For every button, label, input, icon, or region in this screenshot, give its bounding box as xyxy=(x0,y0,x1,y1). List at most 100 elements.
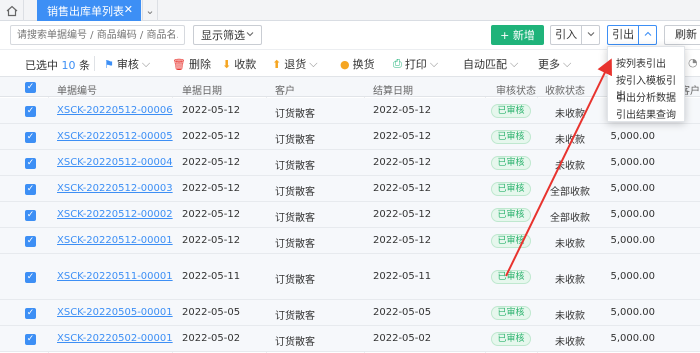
collect-button[interactable]: ⬇ 收款 xyxy=(222,56,256,72)
customer: 订货散客 xyxy=(275,109,315,120)
tab-sales-outbound-list[interactable]: 销售出库单列表 ✕ xyxy=(37,0,141,21)
col-header-date[interactable]: 单据日期 xyxy=(182,82,222,97)
more-button[interactable]: 更多 ⌵ xyxy=(538,56,571,72)
amount: 5,000.00 xyxy=(610,235,655,246)
row-checkbox[interactable]: ✓ xyxy=(25,210,36,221)
row-checkbox[interactable]: ✓ xyxy=(25,132,36,143)
order-date: 2022-05-12 xyxy=(182,183,241,194)
menu-item-export-results[interactable]: 引出结果查询 xyxy=(616,106,676,121)
table-row[interactable]: ✓ XSCK-20220512-00001 2022-05-12 订货散客 2022-0… xyxy=(0,228,700,254)
audit-status-badge: 已审核 xyxy=(491,182,531,196)
order-number-link[interactable]: XSCK-20220512-00005 xyxy=(57,131,173,142)
row-checkbox[interactable]: ✓ xyxy=(25,272,36,283)
customer: 订货散客 xyxy=(275,337,315,348)
order-number-link[interactable]: XSCK-20220512-00002 xyxy=(57,209,173,220)
chevron-down-icon[interactable] xyxy=(582,29,599,42)
row-checkbox[interactable]: ✓ xyxy=(25,106,36,117)
audit-status-badge: 已审核 xyxy=(491,234,531,248)
payment-status: 未收款 xyxy=(555,311,585,322)
audit-status-badge: 已审核 xyxy=(491,130,531,144)
select-all-checkbox[interactable]: ✓ xyxy=(25,82,36,93)
table-row[interactable]: ✓ XSCK-20220512-00004 2022-05-12 订货散客 2022-0… xyxy=(0,150,700,176)
show-filter-button[interactable]: 显示筛选 xyxy=(193,25,262,45)
table-row[interactable]: ✓ XSCK-20220505-00001 2022-05-05 订货散客 2022-0… xyxy=(0,300,700,326)
selected-suffix: 条 xyxy=(79,59,90,72)
table-row[interactable]: ✓ XSCK-20220512-00006 2022-05-12 订货散客 2022-0… xyxy=(0,98,700,124)
order-number-link[interactable]: XSCK-20220502-00001 xyxy=(57,333,173,344)
chevron-down-icon: ⌵ xyxy=(309,57,318,70)
divider xyxy=(94,56,95,71)
chevron-up-icon[interactable] xyxy=(639,29,656,42)
delete-label: 删除 xyxy=(188,58,211,71)
search-input[interactable] xyxy=(10,25,185,45)
delete-button[interactable]: 🗑 删除 xyxy=(172,56,211,72)
customer: 订货散客 xyxy=(275,135,315,146)
refresh-button[interactable]: 刷新 xyxy=(664,25,700,45)
chevron-down-icon xyxy=(245,29,255,42)
table-row[interactable]: ✓ XSCK-20220502-00001 2022-05-02 订货散客 2022-0… xyxy=(0,326,700,352)
row-checkbox[interactable]: ✓ xyxy=(25,236,36,247)
settle-date: 2022-05-12 xyxy=(373,183,432,194)
amount: 5,000.00 xyxy=(610,307,655,318)
menu-item-export-analysis[interactable]: 引出分析数据 xyxy=(616,89,676,104)
audit-button[interactable]: ⚑ 审核 ⌵ xyxy=(104,56,150,72)
auto-match-button[interactable]: 自动匹配 ⌵ xyxy=(463,56,518,72)
close-icon[interactable]: ✕ xyxy=(124,3,133,16)
order-number-link[interactable]: XSCK-20220512-00004 xyxy=(57,157,173,168)
payment-status: 全部收款 xyxy=(550,187,590,198)
customer: 订货散客 xyxy=(275,213,315,224)
return-icon: ⬆ xyxy=(272,57,282,71)
amount: 5,000.00 xyxy=(610,157,655,168)
table-row[interactable]: ✓ XSCK-20220512-00002 2022-05-12 订货散客 2022-0… xyxy=(0,202,700,228)
audit-label: 审核 xyxy=(116,58,139,71)
tab-label: 销售出库单列表 xyxy=(47,4,124,18)
import-label[interactable]: 引入 xyxy=(551,26,583,44)
new-button[interactable]: + 新增 xyxy=(491,25,544,45)
col-header-customer[interactable]: 客户 xyxy=(275,82,295,97)
customer: 订货散客 xyxy=(275,187,315,198)
order-date: 2022-05-11 xyxy=(182,271,241,282)
row-checkbox[interactable]: ✓ xyxy=(25,334,36,345)
order-date: 2022-05-12 xyxy=(182,105,241,116)
order-number-link[interactable]: XSCK-20220512-00006 xyxy=(57,105,173,116)
print-button[interactable]: ⎙ 打印 ⌵ xyxy=(393,56,438,72)
import-button[interactable]: 引入 xyxy=(550,25,600,45)
export-label[interactable]: 引出 xyxy=(608,26,640,44)
col-header-no[interactable]: 单据编号 xyxy=(57,82,97,97)
col-header-pay[interactable]: 收款状态 xyxy=(545,82,585,97)
order-number-link[interactable]: XSCK-20220511-00001 xyxy=(57,271,173,282)
exchange-icon: ● xyxy=(340,57,350,71)
order-number-link[interactable]: XSCK-20220512-00001 xyxy=(57,235,173,246)
col-header-audit[interactable]: 审核状态 xyxy=(496,82,536,97)
chevron-down-icon: ⌵ xyxy=(510,57,519,70)
chevron-down-icon: ⌵ xyxy=(141,57,151,70)
export-button[interactable]: 引出 xyxy=(607,25,657,45)
customer: 订货散客 xyxy=(275,239,315,250)
sales-outbound-table: ✓ 单据编号 单据日期 客户 结算日期 审核状态 收款状态 客户 ✓ XSCK-2… xyxy=(0,77,700,353)
settle-date: 2022-05-12 xyxy=(373,235,432,246)
customer: 订货散客 xyxy=(275,275,315,286)
export-dropdown-menu: 按列表引出 按引入模板引出 引出分析数据 引出结果查询 xyxy=(607,46,685,122)
order-number-link[interactable]: XSCK-20220512-00003 xyxy=(57,183,173,194)
action-toolbar: 已选中 10 条 ⚑ 审核 ⌵ 🗑 删除 ⬇ 收款 ⬆ 退货 ⌵ ● 换货 ⎙ … xyxy=(0,49,700,77)
col-header-settle[interactable]: 结算日期 xyxy=(373,82,413,97)
chart-icon[interactable]: ◔ xyxy=(688,56,698,69)
table-row[interactable]: ✓ XSCK-20220511-00001 2022-05-11 订货散客 2022-0… xyxy=(0,254,700,300)
audit-status-badge: 已审核 xyxy=(491,270,531,284)
home-icon[interactable] xyxy=(0,0,24,21)
table-row[interactable]: ✓ XSCK-20220512-00003 2022-05-12 订货散客 2022-0… xyxy=(0,176,700,202)
row-checkbox[interactable]: ✓ xyxy=(25,184,36,195)
payment-status: 未收款 xyxy=(555,239,585,250)
order-number-link[interactable]: XSCK-20220505-00001 xyxy=(57,307,173,318)
row-checkbox[interactable]: ✓ xyxy=(25,308,36,319)
chevron-down-icon[interactable]: ⌄ xyxy=(142,0,158,21)
exchange-button[interactable]: ● 换货 xyxy=(340,56,375,72)
payment-status: 未收款 xyxy=(555,109,585,120)
settle-date: 2022-05-12 xyxy=(373,157,432,168)
row-checkbox[interactable]: ✓ xyxy=(25,158,36,169)
table-row[interactable]: ✓ XSCK-20220512-00005 2022-05-12 订货散客 2022-0… xyxy=(0,124,700,150)
return-button[interactable]: ⬆ 退货 ⌵ xyxy=(272,56,318,72)
trash-icon: 🗑 xyxy=(172,57,186,71)
payment-status: 未收款 xyxy=(555,275,585,286)
menu-item-export-by-list[interactable]: 按列表引出 xyxy=(616,55,666,70)
